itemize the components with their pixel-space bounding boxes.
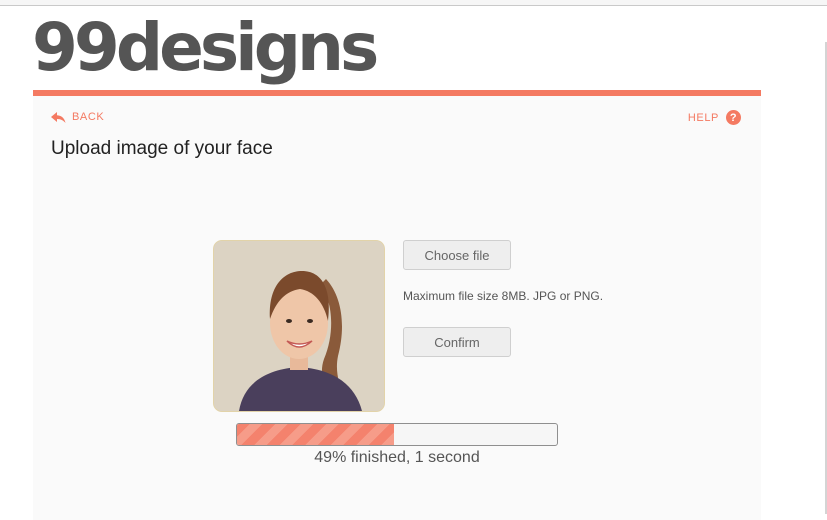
progress-status: 49% finished, 1 second bbox=[314, 449, 480, 466]
face-photo bbox=[214, 241, 384, 411]
question-circle-icon: ? bbox=[726, 110, 741, 125]
reply-arrow-icon bbox=[51, 111, 66, 123]
logo: 99designs bbox=[32, 9, 381, 86]
page-title: Upload image of your face bbox=[51, 138, 273, 159]
confirm-button[interactable]: Confirm bbox=[403, 327, 511, 357]
face-photo-preview bbox=[213, 240, 385, 412]
back-label: BACK bbox=[72, 111, 105, 123]
help-link[interactable]: HELP ? bbox=[688, 110, 741, 125]
choose-file-button[interactable]: Choose file bbox=[403, 240, 511, 270]
help-label: HELP bbox=[687, 111, 719, 124]
progress-bar-fill bbox=[237, 424, 394, 445]
logo-text: 99designs bbox=[32, 9, 377, 86]
file-size-note: Maximum file size 8MB. JPG or PNG. bbox=[403, 289, 604, 303]
back-link[interactable]: BACK bbox=[51, 111, 104, 123]
upload-panel: BACK HELP ? Upload image of your face Ch… bbox=[33, 90, 761, 520]
progress-bar bbox=[236, 423, 558, 446]
